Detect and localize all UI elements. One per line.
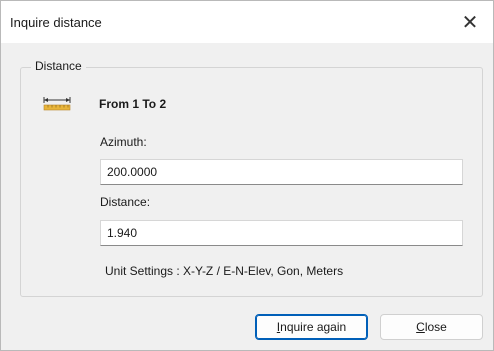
close-button[interactable]: Close	[380, 314, 483, 340]
dialog-window: Inquire distance ✕ Distance From 1 To 2 …	[0, 0, 494, 351]
azimuth-label: Azimuth:	[100, 135, 147, 149]
distance-groupbox: Distance From 1 To 2 Azimuth: Distance: …	[20, 59, 483, 297]
from-to-heading: From 1 To 2	[99, 97, 167, 111]
ruler-icon	[43, 97, 71, 111]
inquire-again-label: Inquire again	[276, 320, 347, 334]
distance-field[interactable]	[100, 220, 463, 246]
unit-settings-text: Unit Settings : X-Y-Z / E-N-Elev, Gon, M…	[105, 264, 344, 278]
distance-label: Distance:	[100, 195, 151, 209]
groupbox-legend: Distance	[31, 59, 86, 73]
azimuth-field[interactable]	[100, 159, 463, 185]
inquire-again-button[interactable]: Inquire again	[255, 314, 368, 340]
title-bar: Inquire distance ✕	[1, 1, 493, 43]
close-icon[interactable]: ✕	[447, 1, 493, 43]
close-label: Close	[416, 320, 447, 334]
dialog-title: Inquire distance	[10, 15, 102, 30]
